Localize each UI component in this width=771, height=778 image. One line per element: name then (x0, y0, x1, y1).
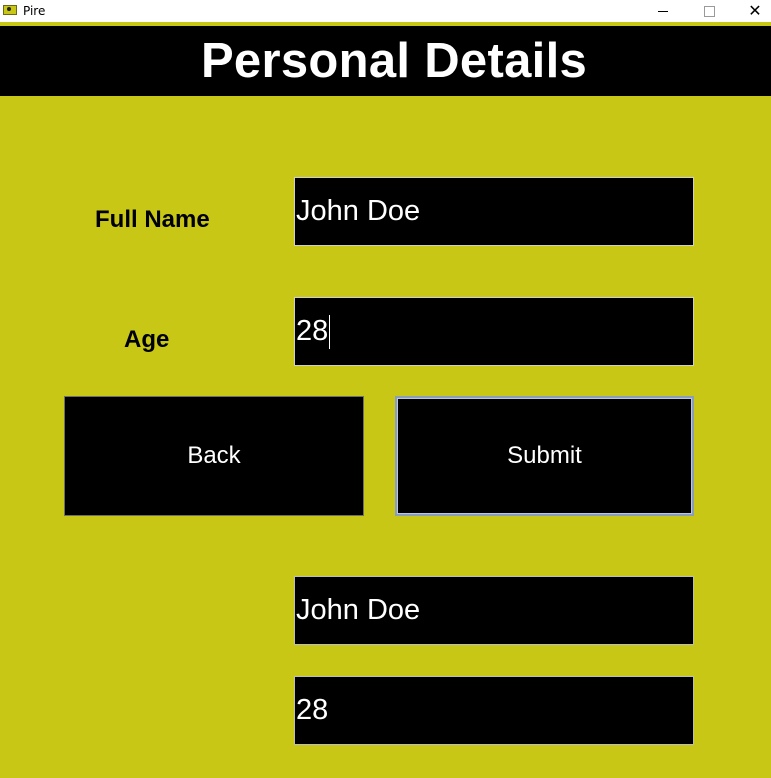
minimize-button[interactable] (640, 0, 686, 22)
output-age-value: 28 (296, 694, 329, 726)
text-caret (329, 314, 331, 349)
minimize-icon (658, 10, 668, 12)
close-button[interactable]: ✕ (732, 0, 771, 22)
page-title: Personal Details (200, 34, 588, 88)
age-value: 28 (296, 315, 329, 347)
submit-button-label: Submit (507, 442, 582, 469)
back-button-label: Back (187, 442, 241, 469)
close-icon: ✕ (748, 1, 762, 20)
window-title: Pire (23, 4, 46, 18)
maximize-button[interactable] (686, 0, 732, 22)
age-label: Age (124, 326, 170, 353)
back-button[interactable]: Back (64, 396, 364, 516)
window-titlebar: Pire ✕ (0, 0, 771, 22)
submit-button[interactable]: Submit (395, 396, 694, 516)
output-name-value: John Doe (296, 594, 421, 626)
full-name-label: Full Name (95, 206, 210, 233)
maximize-icon (703, 5, 715, 17)
output-age-field[interactable]: 28 (294, 676, 694, 745)
full-name-value: John Doe (296, 195, 421, 227)
output-name-field[interactable]: John Doe (294, 576, 694, 645)
page-header: Personal Details (0, 26, 771, 96)
full-name-input[interactable]: John Doe (294, 177, 694, 246)
age-input[interactable]: 28 (294, 297, 694, 366)
app-icon (3, 5, 17, 15)
